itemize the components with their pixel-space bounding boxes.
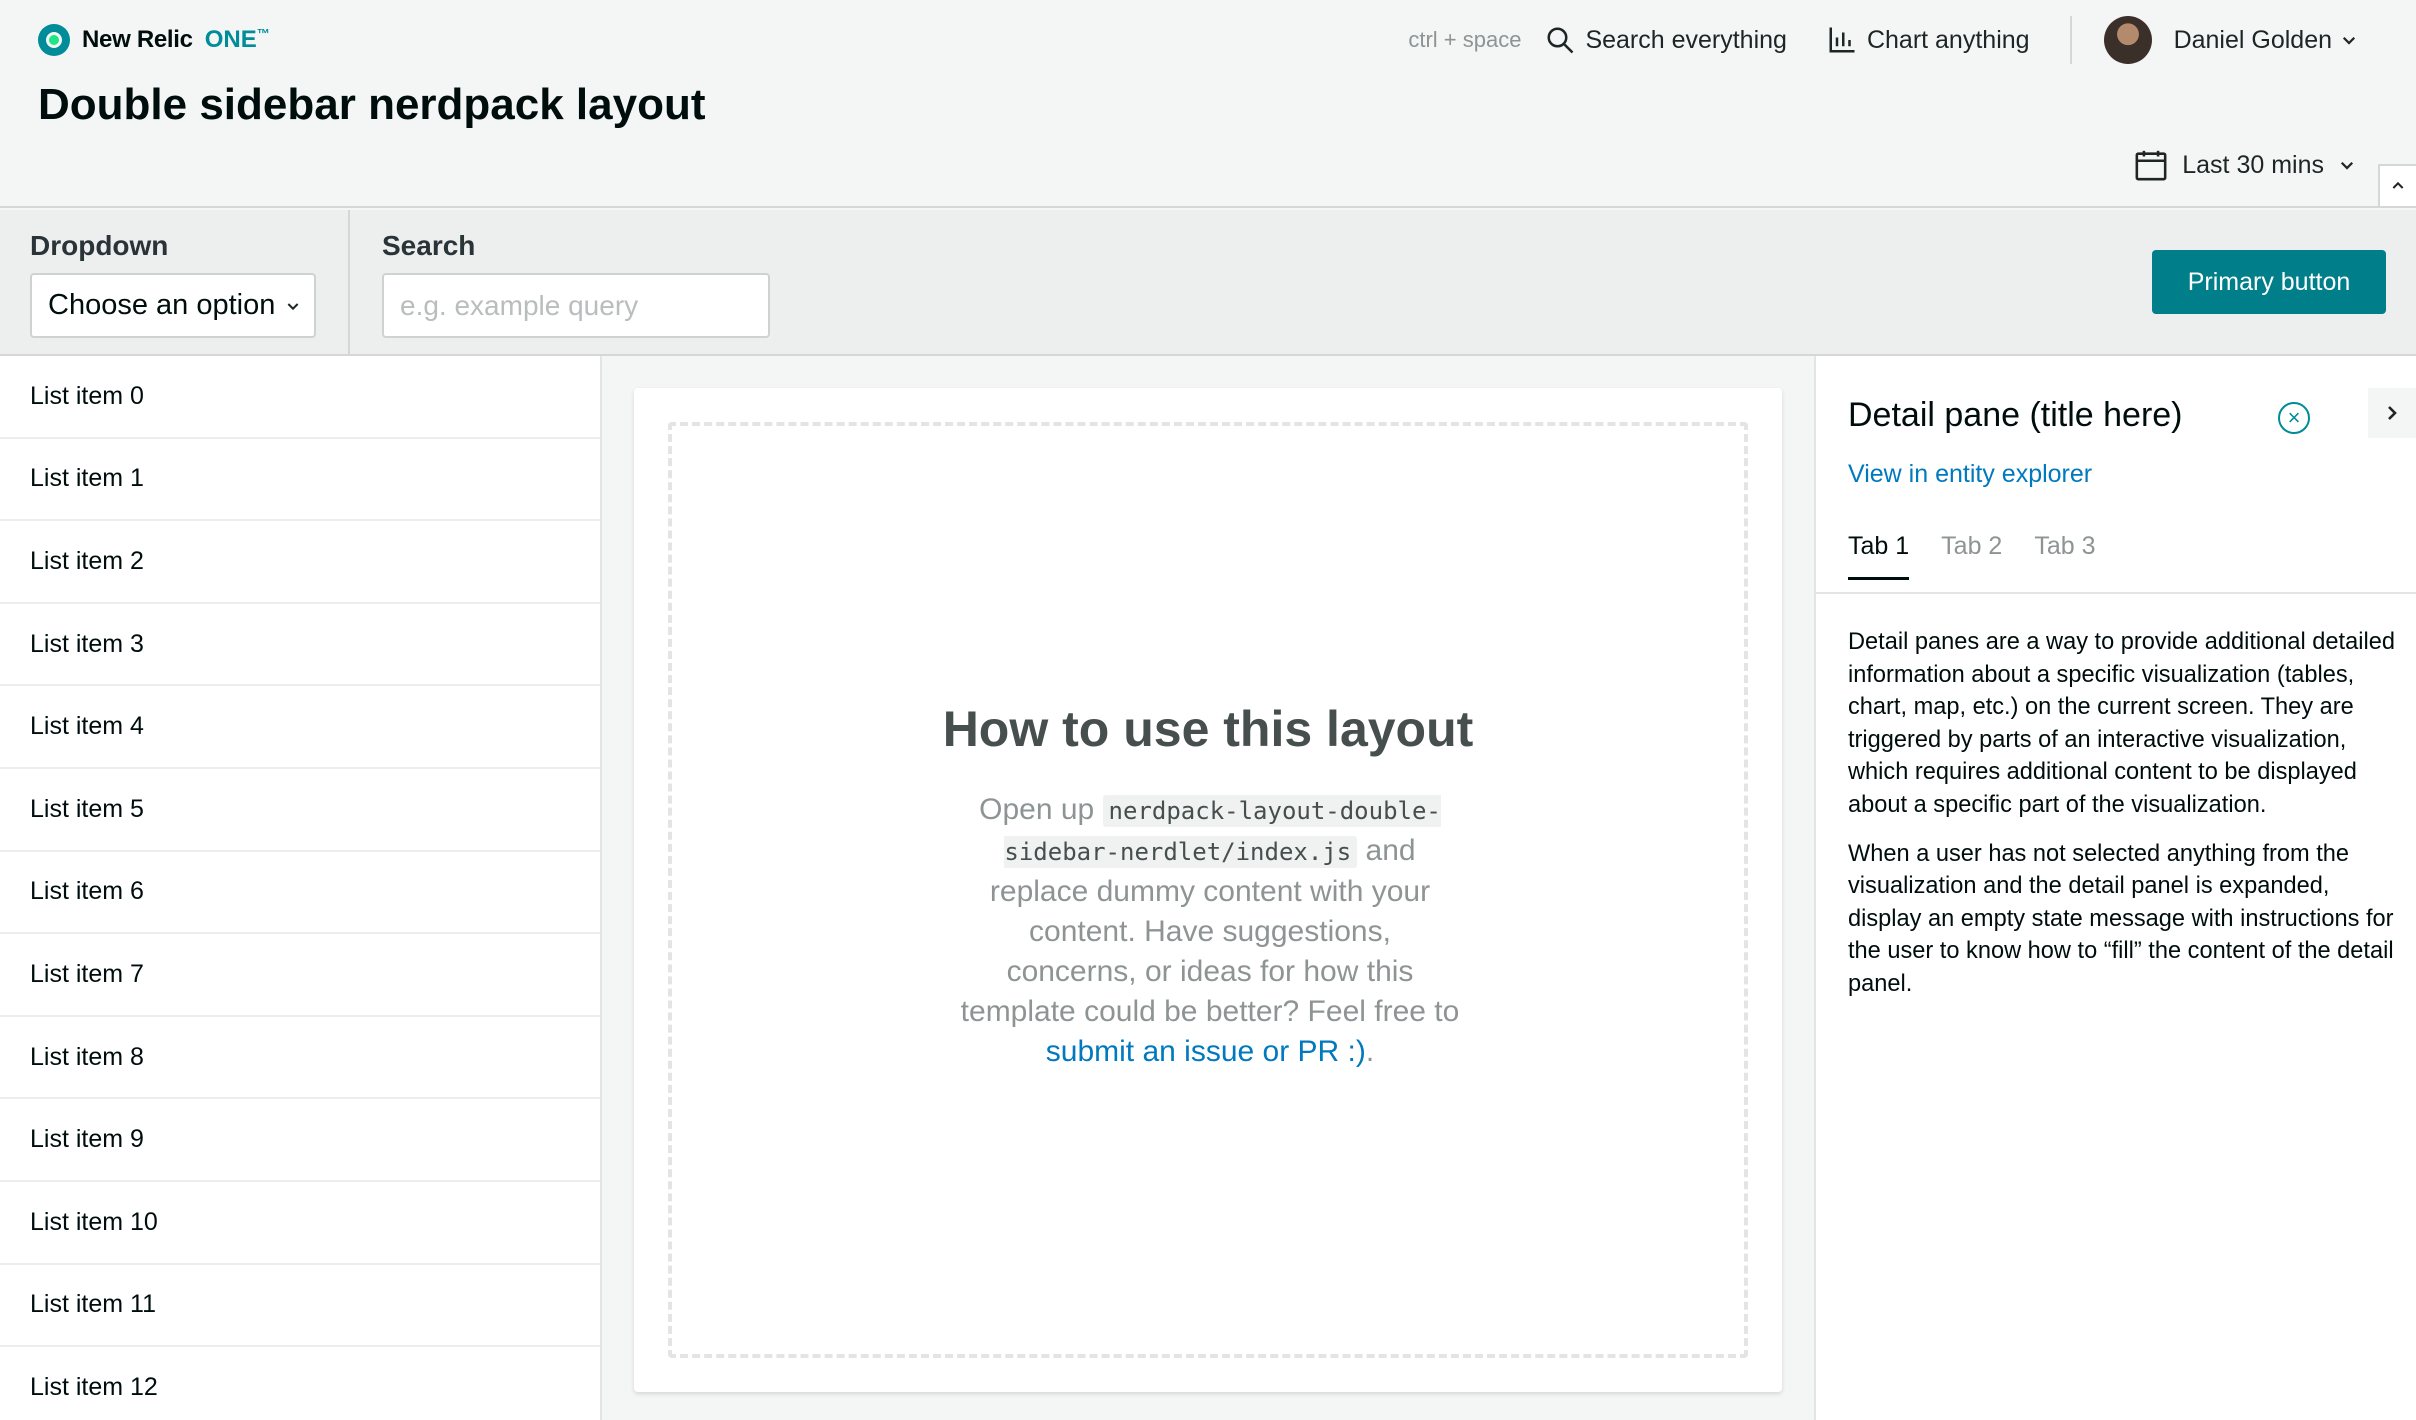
collapse-detail-pane-button[interactable] (2368, 388, 2416, 438)
tab-2[interactable]: Tab 2 (1941, 524, 2002, 580)
list-item[interactable]: List item 4 (0, 686, 600, 769)
keyboard-shortcut-hint: ctrl + space (1408, 27, 1522, 52)
calendar-icon (2135, 150, 2167, 181)
search-icon (1547, 27, 1574, 54)
list-item[interactable]: List item 5 (0, 769, 600, 852)
list-item[interactable]: List item 9 (0, 1099, 600, 1182)
page-title: Double sidebar nerdpack layout (38, 80, 706, 129)
detail-pane: Detail pane (title here) × View in entit… (1814, 356, 2416, 1420)
primary-button[interactable]: Primary button (2152, 250, 2386, 314)
top-actions: ctrl + space Search everything Chart any… (1408, 16, 2358, 64)
list-item[interactable]: List item 1 (0, 439, 600, 522)
toolbar: Dropdown Choose an option Search (0, 210, 2416, 356)
top-bar: New Relic ONE™ Double sidebar nerdpack l… (0, 0, 2416, 208)
sidebar-list: List item 0 List item 1 List item 2 List… (0, 356, 602, 1420)
detail-tabs: Tab 1 Tab 2 Tab 3 (1848, 524, 2416, 580)
search-label: Search (382, 230, 476, 261)
chart-anything-label: Chart anything (1866, 25, 2030, 54)
chevron-up-icon (2392, 181, 2404, 189)
brand-one: ONE™ (204, 26, 270, 53)
option-dropdown[interactable]: Choose an option (30, 273, 316, 338)
detail-paragraph: Detail panes are a way to provide additi… (1848, 629, 2395, 818)
divider (1816, 592, 2416, 594)
new-relic-logo-icon (38, 24, 70, 56)
chevron-down-icon (2340, 161, 2354, 170)
empty-state-text: Open up (979, 793, 1103, 826)
dropdown-label: Dropdown (30, 230, 169, 261)
list-item[interactable]: List item 6 (0, 852, 600, 935)
chart-icon (1829, 27, 1855, 53)
chevron-down-icon (2342, 36, 2356, 45)
time-range-picker[interactable]: Last 30 mins (2134, 148, 2356, 182)
user-menu[interactable]: Daniel Golden (2103, 16, 2358, 64)
new-relic-logo[interactable]: New Relic ONE™ (38, 24, 270, 56)
user-name: Daniel Golden (2173, 25, 2332, 54)
search-everything-label: Search everything (1585, 25, 1787, 54)
tab-3[interactable]: Tab 3 (2034, 524, 2095, 580)
chevron-right-icon (2388, 406, 2397, 420)
submit-issue-link[interactable]: submit an issue or PR :) (1046, 1035, 1366, 1068)
detail-pane-body: Detail panes are a way to provide additi… (1848, 626, 2404, 1017)
list-item[interactable]: List item 2 (0, 521, 600, 604)
tab-1[interactable]: Tab 1 (1848, 524, 1910, 580)
collapse-header-button[interactable] (2378, 164, 2416, 208)
list-item[interactable]: List item 7 (0, 934, 600, 1017)
list-item[interactable]: List item 11 (0, 1265, 600, 1348)
divider (348, 210, 350, 356)
list-item[interactable]: List item 10 (0, 1182, 600, 1265)
empty-state-description: Open up nerdpack-layout-double-sidebar-n… (960, 790, 1460, 1072)
chevron-down-icon (287, 302, 299, 310)
empty-state-text: . (1365, 1035, 1375, 1068)
view-in-entity-explorer-link[interactable]: View in entity explorer (1848, 460, 2092, 489)
divider (2069, 16, 2072, 64)
brand-name: New Relic (82, 26, 193, 53)
close-icon[interactable]: × (2278, 402, 2310, 434)
chart-anything-button[interactable]: Chart anything (1827, 25, 2030, 55)
empty-state-title: How to use this layout (942, 701, 1474, 757)
list-item[interactable]: List item 8 (0, 1017, 600, 1100)
detail-paragraph: When a user has not selected anything fr… (1848, 840, 2394, 997)
avatar (2103, 16, 2152, 64)
list-item[interactable]: List item 12 (0, 1347, 600, 1420)
search-input[interactable] (382, 273, 770, 338)
time-range-label: Last 30 mins (2182, 150, 2324, 179)
list-item[interactable]: List item 0 (0, 356, 600, 439)
list-item[interactable]: List item 3 (0, 604, 600, 687)
search-everything-button[interactable]: Search everything (1545, 25, 1787, 55)
dropdown-value: Choose an option (48, 289, 276, 321)
detail-pane-title: Detail pane (title here) (1848, 396, 2183, 434)
